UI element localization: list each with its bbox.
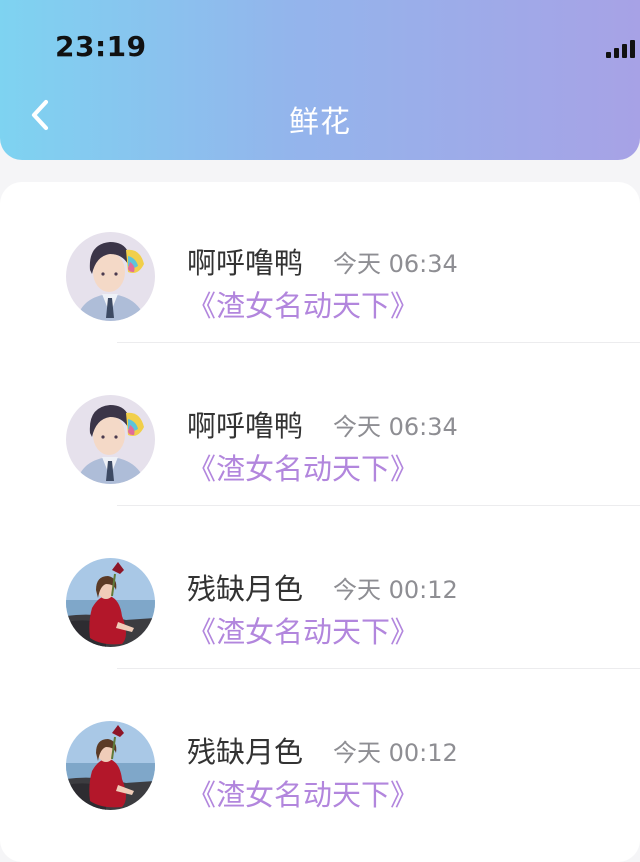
send-time: 今天 06:34 [333,250,458,278]
send-time: 今天 00:12 [333,739,458,767]
page-title: 鲜花 [289,105,351,140]
sender-name: 啊呼噜鸭 [187,409,304,443]
nav-header: 23:19 鲜花 [0,0,640,160]
list-item[interactable]: 残缺月色 今天 00:12 《渣女名动天下》 [0,508,640,671]
flower-list: 啊呼噜鸭 今天 06:34 《渣女名动天下》 啊呼噜鸭 今天 06:34 《渣女… [0,182,640,862]
signal-icon [606,40,635,58]
book-title-link[interactable]: 《渣女名动天下》 [187,772,419,814]
book-title-link[interactable]: 《渣女名动天下》 [187,609,419,651]
divider [117,668,640,669]
avatar[interactable] [66,721,155,810]
list-item[interactable]: 啊呼噜鸭 今天 06:34 《渣女名动天下》 [0,345,640,508]
avatar[interactable] [66,395,155,484]
book-title-link[interactable]: 《渣女名动天下》 [187,446,419,488]
send-time: 今天 00:12 [333,576,458,604]
list-item[interactable]: 残缺月色 今天 00:12 《渣女名动天下》 [0,671,640,834]
divider [117,342,640,343]
send-time: 今天 06:34 [333,413,458,441]
book-title-link[interactable]: 《渣女名动天下》 [187,283,419,325]
status-time: 23:19 [55,30,147,63]
sender-name: 啊呼噜鸭 [187,246,304,280]
divider [117,505,640,506]
avatar[interactable] [66,558,155,647]
list-item[interactable]: 啊呼噜鸭 今天 06:34 《渣女名动天下》 [0,182,640,345]
sender-name: 残缺月色 [187,572,304,606]
sender-name: 残缺月色 [187,735,304,769]
avatar[interactable] [66,232,155,321]
